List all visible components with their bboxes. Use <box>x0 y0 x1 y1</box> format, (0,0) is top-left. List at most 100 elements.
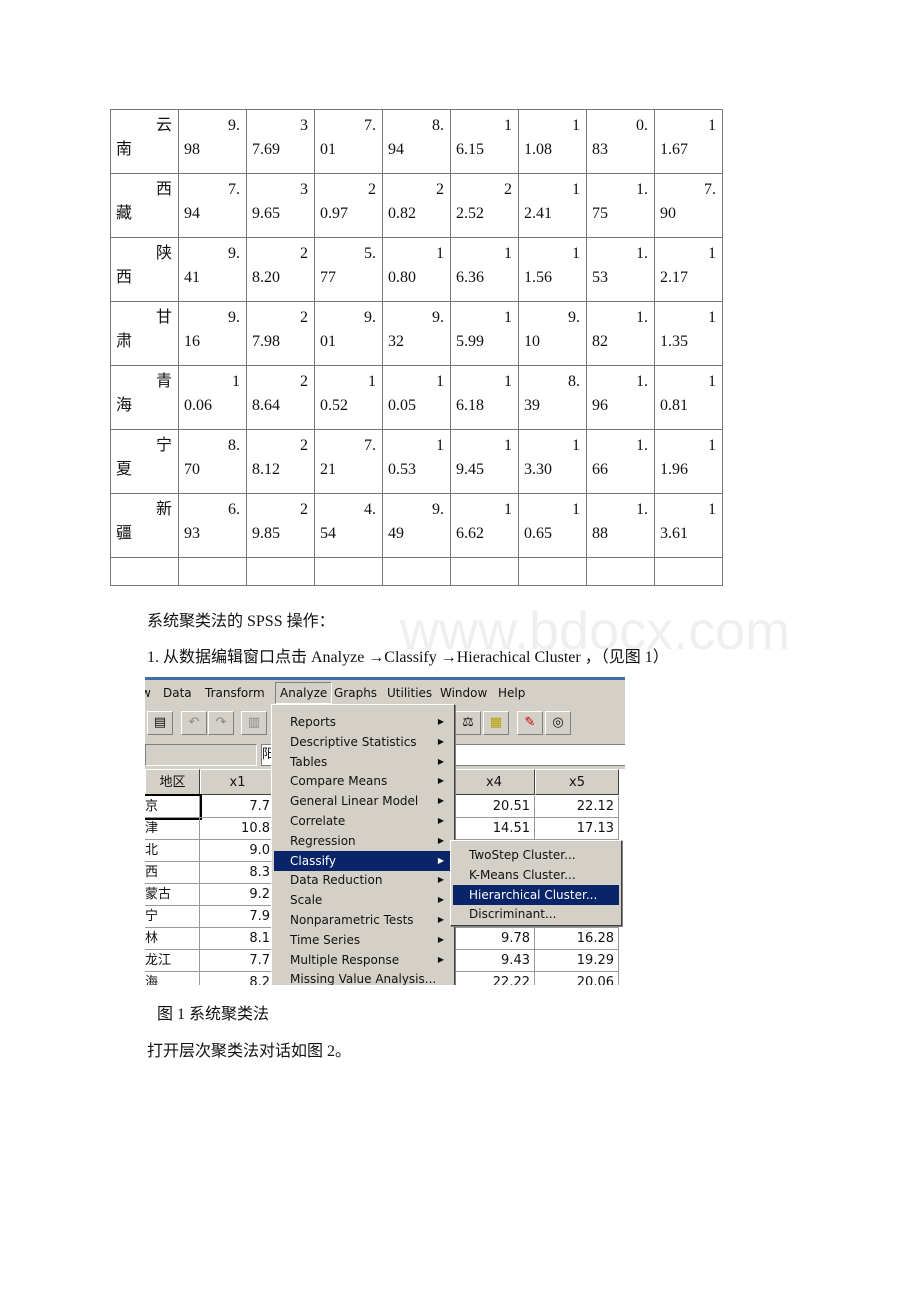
grid-cell-x4[interactable]: 14.51 <box>453 818 535 840</box>
column-header-x5[interactable]: x5 <box>535 769 619 795</box>
region-name-top: 宁 <box>155 437 172 454</box>
value-cell: 1. 88 <box>586 493 655 558</box>
grid-cell-x1[interactable]: 7.7 <box>200 950 275 972</box>
grid-cell-region[interactable]: 蒙古 <box>145 884 200 906</box>
menu-item-data-reduction[interactable]: Data Reduction ▶ <box>274 870 452 890</box>
menu-data[interactable]: Data <box>163 686 192 700</box>
menu-help[interactable]: Help <box>498 686 525 700</box>
submenu-item-k-means-cluster[interactable]: K-Means Cluster... <box>453 865 619 885</box>
empty-cell <box>382 557 451 586</box>
grid-cell-x1[interactable]: 9.2 <box>200 884 275 906</box>
value-labels-icon[interactable]: ✎ <box>517 711 543 735</box>
menu-w[interactable]: w <box>145 686 151 700</box>
grid-cell-x1[interactable]: 7.9 <box>200 906 275 928</box>
value-bottom: 0.80 <box>388 269 416 286</box>
value-cell: 2 8.20 <box>246 237 315 302</box>
region-cell: 宁夏 <box>110 429 179 494</box>
submenu-item-twostep-cluster[interactable]: TwoStep Cluster... <box>453 845 619 865</box>
value-cell: 1 0.53 <box>382 429 451 494</box>
grid-cell-x1[interactable]: 9.0 <box>200 840 275 862</box>
menu-graphs[interactable]: Graphs <box>334 686 377 700</box>
value-cell: 9. 10 <box>518 301 587 366</box>
menu-item-time-series[interactable]: Time Series ▶ <box>274 930 452 950</box>
grid-cell-region[interactable]: 林 <box>145 928 200 950</box>
menu-analyze[interactable]: Analyze <box>275 682 333 704</box>
table-row: 云南 9. 98 3 7.69 7. 01 8. 94 1 6.15 1 1.08 0. 83 1 1.67 <box>110 109 723 174</box>
menu-item-descriptive-statistics[interactable]: Descriptive Statistics ▶ <box>274 732 452 752</box>
chart-icon[interactable]: ▥ <box>241 711 267 735</box>
grid-cell-x5[interactable]: 17.13 <box>535 818 619 840</box>
menu-item-compare-means[interactable]: Compare Means ▶ <box>274 771 452 791</box>
grid-cell-region[interactable]: 海 <box>145 972 200 985</box>
value-top: 1 <box>708 245 716 262</box>
grid-cell-x5[interactable]: 16.28 <box>535 928 619 950</box>
menu-transform[interactable]: Transform <box>205 686 265 700</box>
menu-item-tables[interactable]: Tables ▶ <box>274 752 452 772</box>
value-bottom: 39 <box>524 397 540 414</box>
menu-item-scale[interactable]: Scale ▶ <box>274 890 452 910</box>
menu-item-reports[interactable]: Reports ▶ <box>274 712 452 732</box>
grid-cell-x5[interactable]: 22.12 <box>535 796 619 818</box>
value-cell: 2 2.52 <box>450 173 519 238</box>
menu-utilities[interactable]: Utilities <box>387 686 432 700</box>
grid-cell-x1[interactable]: 8.2 <box>200 972 275 985</box>
redo-icon[interactable]: ↷ <box>208 711 234 735</box>
menu-item-label: Tables <box>290 754 328 769</box>
grid-cell-x1[interactable]: 8.1 <box>200 928 275 950</box>
menu-item-missing-value-analysis[interactable]: Missing Value Analysis... <box>274 969 452 985</box>
menu-item-label: Multiple Response <box>290 952 400 967</box>
menu-item-classify[interactable]: Classify ▶ <box>274 850 452 871</box>
cell-reference-box[interactable] <box>145 744 257 766</box>
menu-item-multiple-response[interactable]: Multiple Response ▶ <box>274 950 452 970</box>
weight-cases-icon[interactable]: ⚖ <box>455 711 481 735</box>
menu-item-regression[interactable]: Regression ▶ <box>274 831 452 851</box>
menu-item-correlate[interactable]: Correlate ▶ <box>274 811 452 831</box>
grid-cell-x4[interactable]: 20.51 <box>453 796 535 818</box>
grid-cell-region[interactable]: 西 <box>145 862 200 884</box>
undo-icon[interactable]: ↶ <box>181 711 207 735</box>
menu-window[interactable]: Window <box>440 686 487 700</box>
column-header-x4[interactable]: x4 <box>453 769 535 795</box>
grid-cell-x5[interactable]: 19.29 <box>535 950 619 972</box>
grid-cell-region[interactable]: 龙江 <box>145 950 200 972</box>
use-sets-icon[interactable]: ◎ <box>545 711 571 735</box>
value-cell: 1 6.15 <box>450 109 519 174</box>
value-top: 2 <box>504 181 512 198</box>
submenu-arrow-icon: ▶ <box>437 915 444 924</box>
value-top: 7. <box>228 181 240 198</box>
grid-cell-region[interactable]: 宁 <box>145 906 200 928</box>
region-cell: 陕西 <box>110 237 179 302</box>
grid-cell-region[interactable]: 津 <box>145 818 200 840</box>
submenu-item-discriminant[interactable]: Discriminant... <box>453 904 619 924</box>
region-name-top: 新 <box>155 501 172 518</box>
value-top: 9. <box>228 117 240 134</box>
grid-cell-x5[interactable]: 20.06 <box>535 972 619 985</box>
grid-cell-region[interactable]: 京 <box>145 794 202 820</box>
value-top: 9. <box>568 309 580 326</box>
submenu-arrow-icon: ▶ <box>437 717 444 726</box>
value-top: 1. <box>636 437 648 454</box>
grid-cell-x4[interactable]: 9.43 <box>453 950 535 972</box>
value-cell: 1 1.56 <box>518 237 587 302</box>
value-cell: 9. 98 <box>178 109 247 174</box>
submenu-arrow-icon: ▶ <box>437 934 444 944</box>
grid-cell-x4[interactable]: 9.78 <box>453 928 535 950</box>
value-bottom: 96 <box>592 397 608 414</box>
grid-cell-region[interactable]: 北 <box>145 840 200 862</box>
value-cell: 1 0.81 <box>654 365 723 430</box>
dialog-recall-icon[interactable]: ▤ <box>147 711 173 735</box>
step-1-text: 1. 从数据编辑窗口点击 Analyze →Classify →Hierachi… <box>147 649 669 666</box>
select-cases-icon[interactable]: ▦ <box>483 711 509 735</box>
grid-cell-x1[interactable]: 7.7 <box>200 796 275 818</box>
empty-cell <box>110 557 179 586</box>
value-cell: 1 1.96 <box>654 429 723 494</box>
submenu-item-hierarchical-cluster[interactable]: Hierarchical Cluster... <box>453 884 619 905</box>
menu-item-general-linear-model[interactable]: General Linear Model ▶ <box>274 791 452 811</box>
grid-cell-x1[interactable]: 10.8 <box>200 818 275 840</box>
value-cell: 1 0.06 <box>178 365 247 430</box>
grid-cell-x4[interactable]: 22.22 <box>453 972 535 985</box>
column-header-x1[interactable]: x1 <box>200 769 275 795</box>
column-header-region[interactable]: 地区 <box>145 769 200 795</box>
menu-item-nonparametric-tests[interactable]: Nonparametric Tests ▶ <box>274 910 452 930</box>
grid-cell-x1[interactable]: 8.3 <box>200 862 275 884</box>
